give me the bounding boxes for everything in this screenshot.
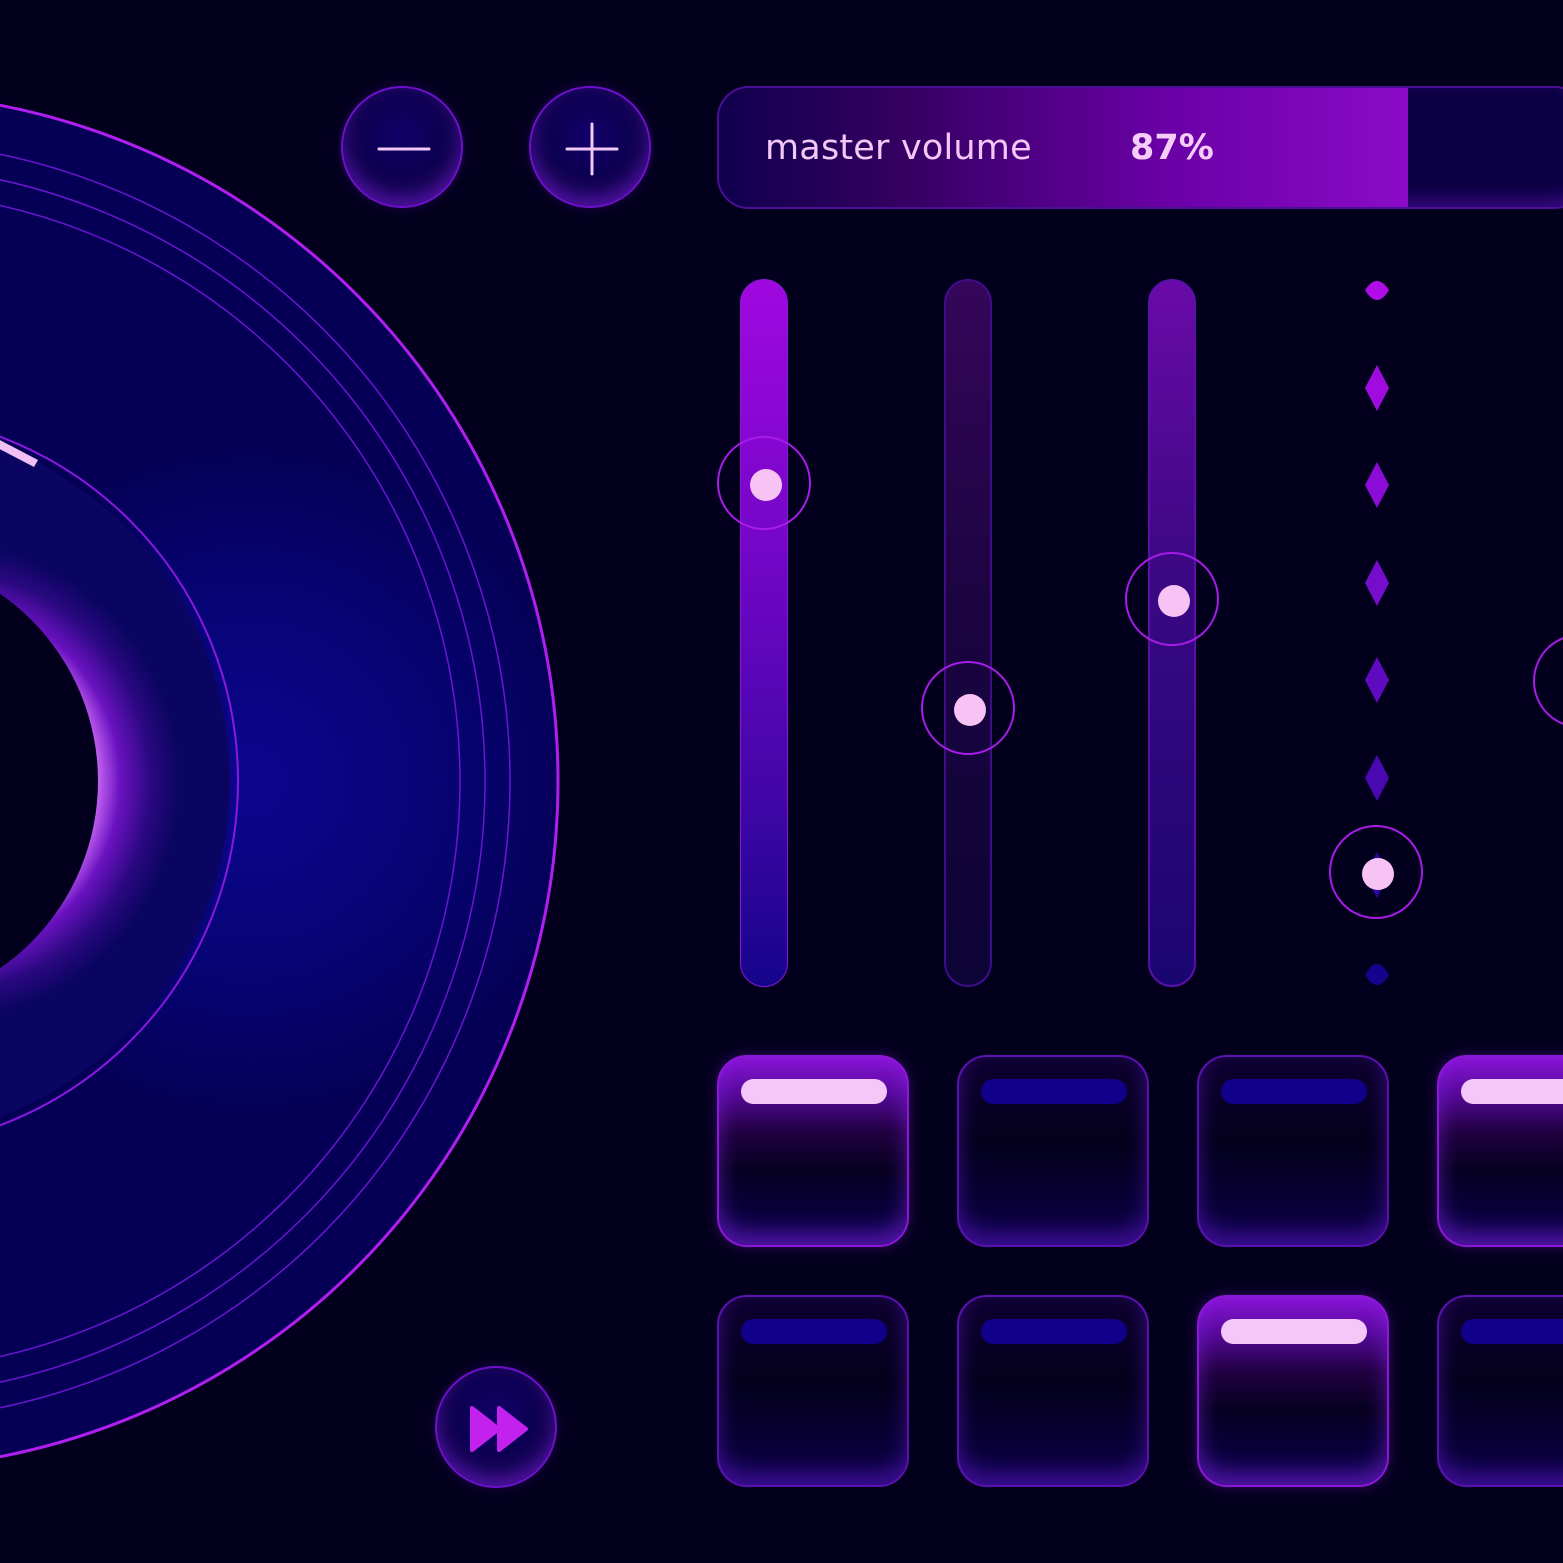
fader-1-track[interactable] [740,279,788,987]
master-volume-label: master volume [765,128,1032,168]
pad-7[interactable] [1197,1295,1389,1487]
fader-4-knob [1362,858,1394,890]
pad-6-indicator [981,1319,1127,1344]
pad-6[interactable] [957,1295,1149,1487]
master-volume-slider[interactable]: master volume 87% [717,86,1563,209]
pad-7-indicator [1221,1319,1367,1344]
pad-8[interactable] [1437,1295,1563,1487]
dj-controller: master volume 87% [0,0,1563,1563]
fader-2-track[interactable] [944,279,992,987]
pad-4-indicator [1461,1079,1563,1104]
fader-1-handle[interactable] [717,436,811,530]
pad-5[interactable] [717,1295,909,1487]
fader-2-knob [954,694,986,726]
pad-2-indicator [981,1079,1127,1104]
minus-icon [377,147,431,151]
fader-3-knob [1158,585,1190,617]
pad-5-indicator [741,1319,887,1344]
pad-3[interactable] [1197,1055,1389,1247]
fader-3-handle[interactable] [1125,552,1219,646]
plus-icon [565,122,619,176]
volume-up-button[interactable] [529,86,651,208]
pad-8-indicator [1461,1319,1563,1344]
fast-forward-button[interactable] [435,1366,557,1488]
pad-1-indicator [741,1079,887,1104]
pad-4[interactable] [1437,1055,1563,1247]
pad-1[interactable] [717,1055,909,1247]
master-volume-value: 87% [1130,128,1214,168]
fader-4-handle[interactable] [1329,825,1423,919]
pad-2[interactable] [957,1055,1149,1247]
fader-2-handle[interactable] [921,661,1015,755]
fast-forward-icon [470,1406,528,1452]
pad-3-indicator [1221,1079,1367,1104]
volume-down-button[interactable] [341,86,463,208]
fader-1-knob [750,469,782,501]
